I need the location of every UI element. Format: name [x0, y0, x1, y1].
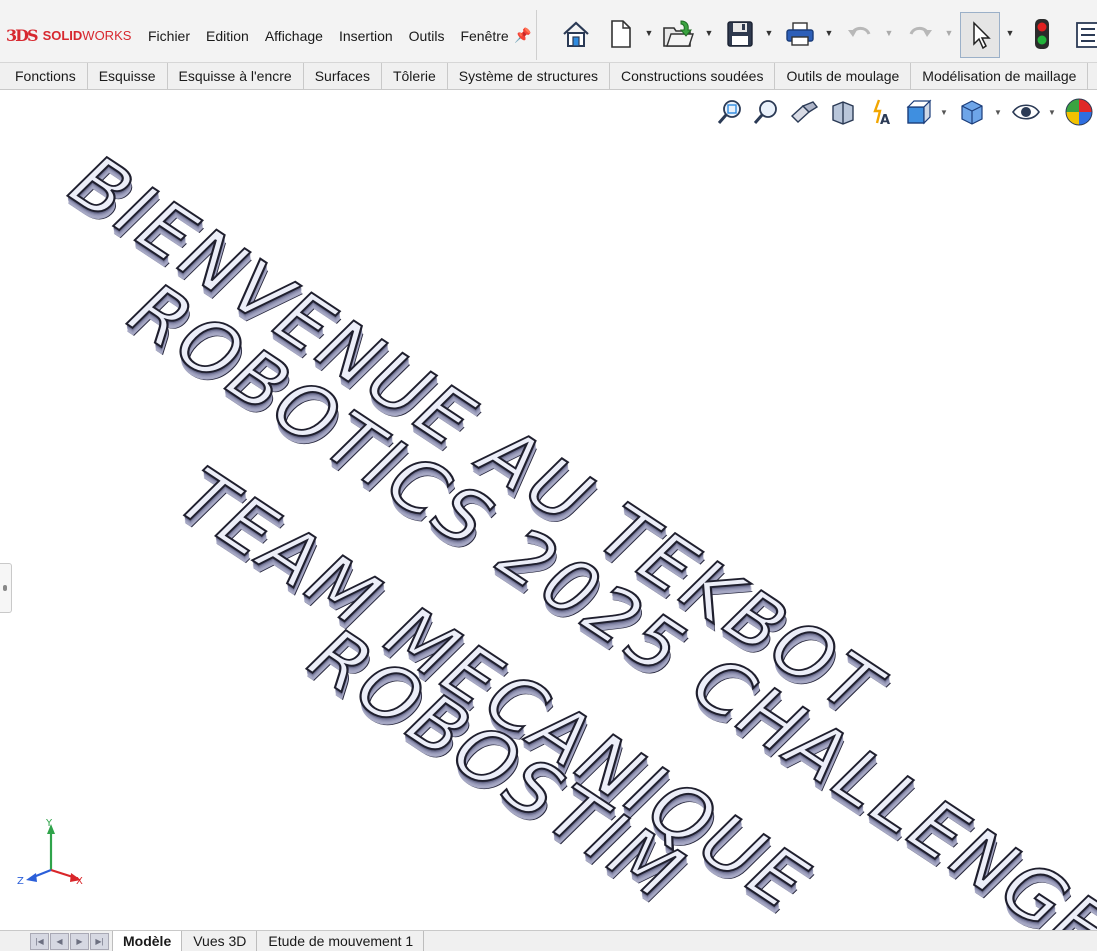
heads-up-view-toolbar: A ▼ ▼ ▼ [714, 96, 1097, 128]
ds-logo-mark: 3DS [6, 25, 39, 45]
dynamic-annotation-icon: A [873, 99, 890, 127]
svg-text:A: A [880, 113, 890, 127]
toolbar-separator [536, 10, 537, 60]
hide-show-button[interactable] [1010, 96, 1042, 128]
menu-bar: Fichier Edition Affichage Insertion Outi… [140, 26, 517, 46]
zoom-to-area-icon [753, 100, 777, 124]
x-axis-label: X [76, 876, 83, 887]
triad-axes: Y X Z [17, 818, 83, 887]
menu-outils[interactable]: Outils [401, 26, 453, 46]
zoom-to-fit-button[interactable] [714, 96, 746, 128]
view-orientation-dropdown-icon[interactable]: ▼ [940, 108, 948, 117]
logo-solid-text: SOLID [42, 27, 83, 43]
tab-esquisse[interactable]: Esquisse [88, 63, 168, 89]
select-dropdown-icon[interactable]: ▼ [1005, 28, 1015, 38]
tab-fonctions[interactable]: Fonctions [0, 63, 88, 89]
zoom-to-fit-icon [717, 100, 741, 124]
save-icon [727, 21, 753, 47]
command-manager-tabs: Fonctions Esquisse Esquisse à l'encre Su… [0, 62, 1097, 90]
print-button[interactable] [782, 14, 818, 54]
print-icon [786, 22, 814, 46]
model-tabs: Modèle Vues 3D Etude de mouvement 1 [112, 931, 425, 951]
display-style-icon [961, 100, 983, 125]
dynamic-annotation-button[interactable]: A [864, 96, 896, 128]
tab-modelisation-maillage[interactable]: Modélisation de maillage [911, 63, 1089, 89]
new-document-button[interactable] [602, 14, 638, 54]
y-axis-label: Y [45, 818, 53, 829]
select-pointer-icon [973, 21, 991, 50]
tab-scroll-buttons: |◀ ◀ ▶ ▶| [30, 933, 110, 950]
tab-modele[interactable]: Modèle [112, 931, 183, 951]
hide-show-dropdown-icon[interactable]: ▼ [1048, 108, 1056, 117]
graphics-area[interactable]: BIENVENUE AU TEKBOT ROBOTICS 2025 CHALLE… [0, 91, 1097, 951]
print-dropdown-icon[interactable]: ▼ [824, 28, 834, 38]
redo-dropdown-icon[interactable]: ▼ [944, 28, 954, 38]
open-button[interactable] [660, 14, 696, 54]
menu-edition[interactable]: Edition [198, 26, 257, 46]
tab-esquisse-encre[interactable]: Esquisse à l'encre [168, 63, 304, 89]
previous-view-icon [790, 101, 819, 123]
feature-manager-flyout-handle[interactable] [0, 563, 12, 613]
section-view-icon [832, 101, 854, 125]
display-style-button[interactable] [956, 96, 988, 128]
reference-triad[interactable]: Y X Z [14, 816, 94, 892]
scroll-last-icon[interactable]: ▶| [90, 933, 109, 950]
options-button[interactable] [1068, 14, 1097, 54]
menu-fenetre[interactable]: Fenêtre [452, 26, 516, 46]
view-orientation-button[interactable] [902, 96, 934, 128]
menu-insertion[interactable]: Insertion [331, 26, 401, 46]
save-button[interactable] [722, 14, 758, 54]
appearance-button[interactable] [1063, 96, 1095, 128]
pin-menu-icon[interactable]: 📌 [514, 27, 531, 44]
menu-affichage[interactable]: Affichage [257, 26, 331, 46]
undo-icon [848, 26, 871, 37]
options-icon [1076, 22, 1097, 48]
menu-fichier[interactable]: Fichier [140, 26, 198, 46]
save-dropdown-icon[interactable]: ▼ [764, 28, 774, 38]
section-view-button[interactable] [826, 96, 858, 128]
new-document-icon [611, 20, 631, 48]
scroll-next-icon[interactable]: ▶ [70, 933, 89, 950]
rebuild-button[interactable] [1024, 14, 1060, 54]
tab-vues-3d[interactable]: Vues 3D [182, 931, 258, 951]
solidworks-logo[interactable]: 3DS SOLID WORKS [6, 24, 131, 46]
redo-button[interactable] [902, 14, 938, 54]
redo-icon [909, 26, 932, 37]
tab-etude-mouvement-1[interactable]: Etude de mouvement 1 [257, 931, 425, 951]
z-axis-label: Z [17, 876, 24, 887]
bottom-tab-bar: |◀ ◀ ▶ ▶| Modèle Vues 3D Etude de mouvem… [0, 930, 1097, 951]
undo-dropdown-icon[interactable]: ▼ [884, 28, 894, 38]
z-axis-arrow [26, 873, 37, 882]
home-icon [563, 21, 589, 47]
scroll-prev-icon[interactable]: ◀ [50, 933, 69, 950]
scroll-first-icon[interactable]: |◀ [30, 933, 49, 950]
hide-show-icon [1012, 104, 1040, 120]
new-dropdown-icon[interactable]: ▼ [644, 28, 654, 38]
open-icon [663, 20, 694, 47]
display-style-dropdown-icon[interactable]: ▼ [994, 108, 1002, 117]
open-dropdown-icon[interactable]: ▼ [704, 28, 714, 38]
title-menu-bar: 3DS SOLID WORKS Fichier Edition Affichage… [0, 0, 1097, 62]
tab-outils-moulage[interactable]: Outils de moulage [775, 63, 912, 89]
zoom-to-area-button[interactable] [750, 96, 782, 128]
rebuild-traffic-light-icon [1035, 19, 1049, 49]
view-orientation-icon [906, 99, 932, 125]
tab-constructions-soudees[interactable]: Constructions soudées [610, 63, 776, 89]
tab-tolerie[interactable]: Tôlerie [382, 63, 448, 89]
logo-works-text: WORKS [82, 27, 132, 43]
previous-view-button[interactable] [788, 96, 820, 128]
tab-systeme-structures[interactable]: Système de structures [448, 63, 611, 89]
appearance-icon [1065, 98, 1093, 126]
home-button[interactable] [558, 14, 594, 54]
select-button[interactable] [960, 12, 1000, 58]
undo-button[interactable] [842, 14, 878, 54]
tab-surfaces[interactable]: Surfaces [304, 63, 382, 89]
